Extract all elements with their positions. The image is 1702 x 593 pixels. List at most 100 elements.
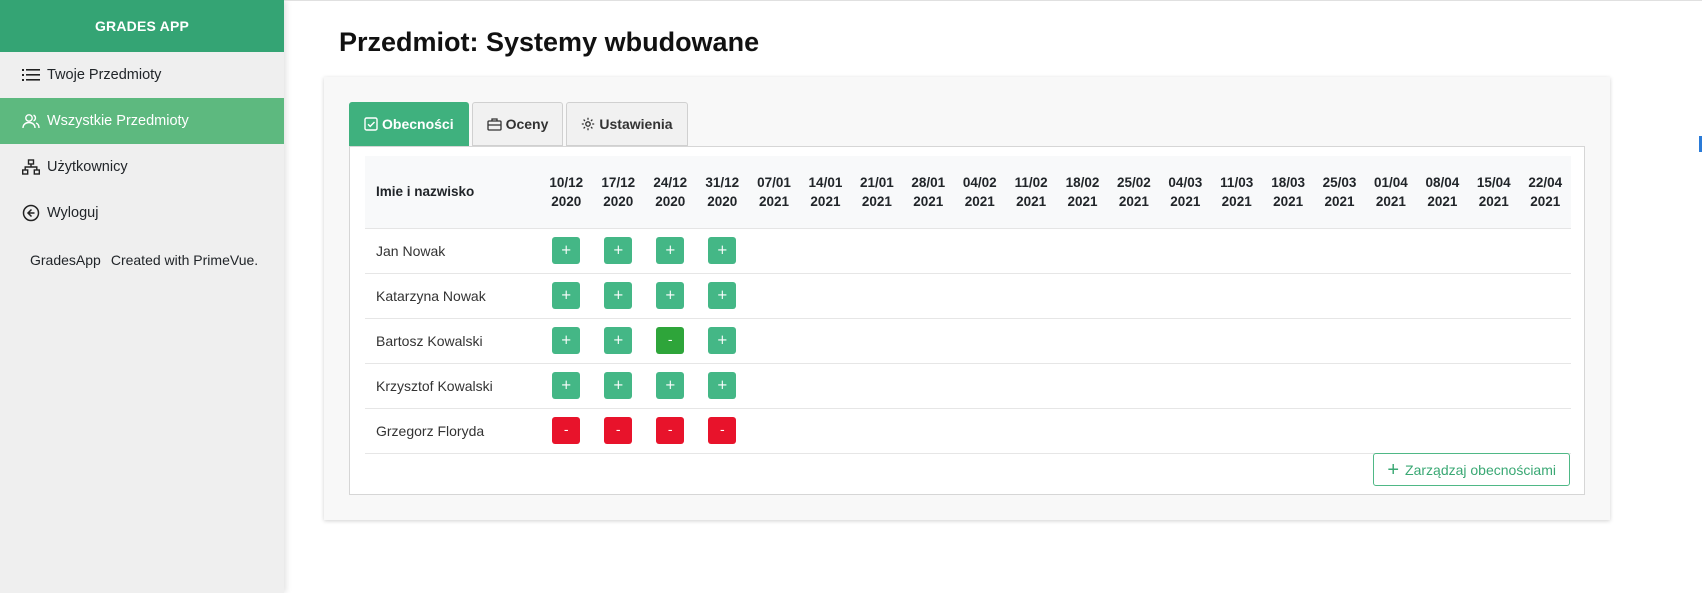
attendance-present-button[interactable]: + (708, 237, 737, 264)
manage-attendance-button[interactable]: + Zarządzaj obecnościami (1373, 453, 1570, 486)
attendance-cell (851, 273, 903, 319)
attendance-present-button[interactable]: + (552, 372, 581, 399)
attendance-cell (1211, 318, 1263, 364)
attendance-cell: + (540, 273, 593, 319)
attendance-present-button[interactable]: + (708, 282, 737, 309)
attendance-absent-button[interactable]: - (656, 417, 685, 444)
tab-ustawienia[interactable]: Ustawienia (566, 102, 688, 146)
tab-label: Ustawienia (599, 116, 673, 132)
date-year: 2021 (1530, 193, 1561, 209)
date-day-month: 21/01 (859, 174, 894, 190)
credits-note: Created with PrimeVue. (110, 252, 259, 268)
sidebar-item-label: Wyloguj (47, 205, 99, 221)
attendance-cell: - (540, 408, 593, 454)
sidebar-item-uzytkownicy[interactable]: Użytkownicy (0, 144, 284, 190)
attendance-cell (902, 273, 954, 319)
attendance-cell: - (696, 408, 749, 454)
briefcase-icon (486, 118, 502, 131)
column-header-date: 18/02 2021 (1056, 156, 1109, 229)
attendance-absent-button[interactable]: - (604, 417, 633, 444)
attendance-cell (1005, 228, 1057, 274)
attendance-cell (1005, 318, 1057, 364)
attendance-cell (1005, 363, 1057, 409)
column-header-date: 25/03 2021 (1313, 156, 1366, 229)
column-header-date: 24/12 2020 (644, 156, 697, 229)
attendance-cell (1005, 273, 1057, 319)
attendance-present-button[interactable]: + (708, 372, 737, 399)
attendance-cell: + (540, 228, 593, 274)
student-name: Grzegorz Floryda (365, 408, 541, 454)
date-year: 2020 (655, 193, 686, 209)
column-header-date: 31/12 2020 (696, 156, 749, 229)
column-header-date: 07/01 2021 (748, 156, 800, 229)
attendance-cell: + (540, 318, 593, 364)
attendance-cell: - (644, 318, 697, 364)
attendance-cell (1313, 318, 1366, 364)
attendance-cell: + (592, 318, 645, 364)
attendance-cell (799, 273, 852, 319)
attendance-cell (954, 273, 1006, 319)
page-title: Przedmiot: Systemy wbudowane (339, 27, 760, 57)
attendance-cell (851, 228, 903, 274)
attendance-cell (1262, 408, 1314, 454)
tab-oceny[interactable]: Oceny (471, 102, 564, 146)
app-brand[interactable]: GRADES APP (0, 0, 284, 52)
attendance-excused-button[interactable]: - (656, 327, 685, 354)
attendance-cell (1262, 318, 1314, 364)
attendance-present-button[interactable]: + (604, 237, 633, 264)
attendance-cell (1056, 228, 1109, 274)
attendance-cell (1468, 408, 1520, 454)
attendance-present-button[interactable]: + (656, 237, 685, 264)
sidebar-item-twoje-przedmioty[interactable]: Twoje Przedmioty (0, 52, 284, 98)
attendance-present-button[interactable]: + (656, 372, 685, 399)
attendance-present-button[interactable]: + (552, 282, 581, 309)
table-row: Krzysztof Kowalski + + + + (365, 363, 1571, 409)
attendance-cell (799, 228, 852, 274)
attendance-cell (1108, 408, 1160, 454)
attendance-cell (1365, 318, 1417, 364)
date-day-month: 18/03 (1271, 174, 1305, 190)
attendance-cell (748, 318, 800, 364)
attendance-present-button[interactable]: + (552, 327, 581, 354)
attendance-cell: + (644, 363, 697, 409)
attendance-cell (1365, 228, 1417, 274)
student-name: Katarzyna Nowak (365, 273, 541, 319)
attendance-table: Imie i nazwisko 10/12 2020 17/12 2020 24/12 2… (365, 156, 1571, 454)
date-day-month: 22/04 (1528, 174, 1563, 190)
attendance-cell (954, 318, 1006, 364)
attendance-present-button[interactable]: + (552, 237, 581, 264)
attendance-cell (1056, 363, 1109, 409)
column-header-date: 17/12 2020 (592, 156, 645, 229)
attendance-present-button[interactable]: + (604, 282, 633, 309)
attendance-present-button[interactable]: + (656, 282, 685, 309)
attendance-present-button[interactable]: + (604, 372, 633, 399)
attendance-absent-button[interactable]: - (552, 417, 581, 444)
attendance-cell: + (644, 273, 697, 319)
attendance-cell (1056, 273, 1109, 319)
attendance-cell (1365, 408, 1417, 454)
attendance-cell: + (592, 228, 645, 274)
attendance-absent-button[interactable]: - (708, 417, 737, 444)
manage-attendance-label: Zarządzaj obecnościami (1405, 461, 1556, 478)
attendance-cell (748, 228, 800, 274)
sidebar-item-wyloguj[interactable]: Wyloguj (0, 190, 284, 236)
date-day-month: 25/02 (1117, 174, 1151, 190)
sitemap-icon (20, 156, 42, 178)
date-year: 2021 (759, 193, 790, 209)
attendance-cell (1211, 363, 1263, 409)
attendance-cell (1365, 363, 1417, 409)
attendance-cell (851, 408, 903, 454)
attendance-present-button[interactable]: + (708, 327, 737, 354)
tab-obecnosci[interactable]: Obecności (349, 102, 469, 146)
attendance-cell (1211, 273, 1263, 319)
attendance-cell: + (696, 318, 749, 364)
attendance-cell (902, 408, 954, 454)
tab-bar: Obecności Oceny Ustawienia (349, 102, 691, 146)
attendance-cell (1416, 363, 1469, 409)
check-square-icon (364, 117, 378, 131)
attendance-cell (1262, 273, 1314, 319)
column-header-date: 11/02 2021 (1005, 156, 1057, 229)
sidebar-item-wszystkie-przedmioty[interactable]: Wszystkie Przedmioty (0, 98, 284, 144)
attendance-cell (748, 408, 800, 454)
attendance-present-button[interactable]: + (604, 327, 633, 354)
